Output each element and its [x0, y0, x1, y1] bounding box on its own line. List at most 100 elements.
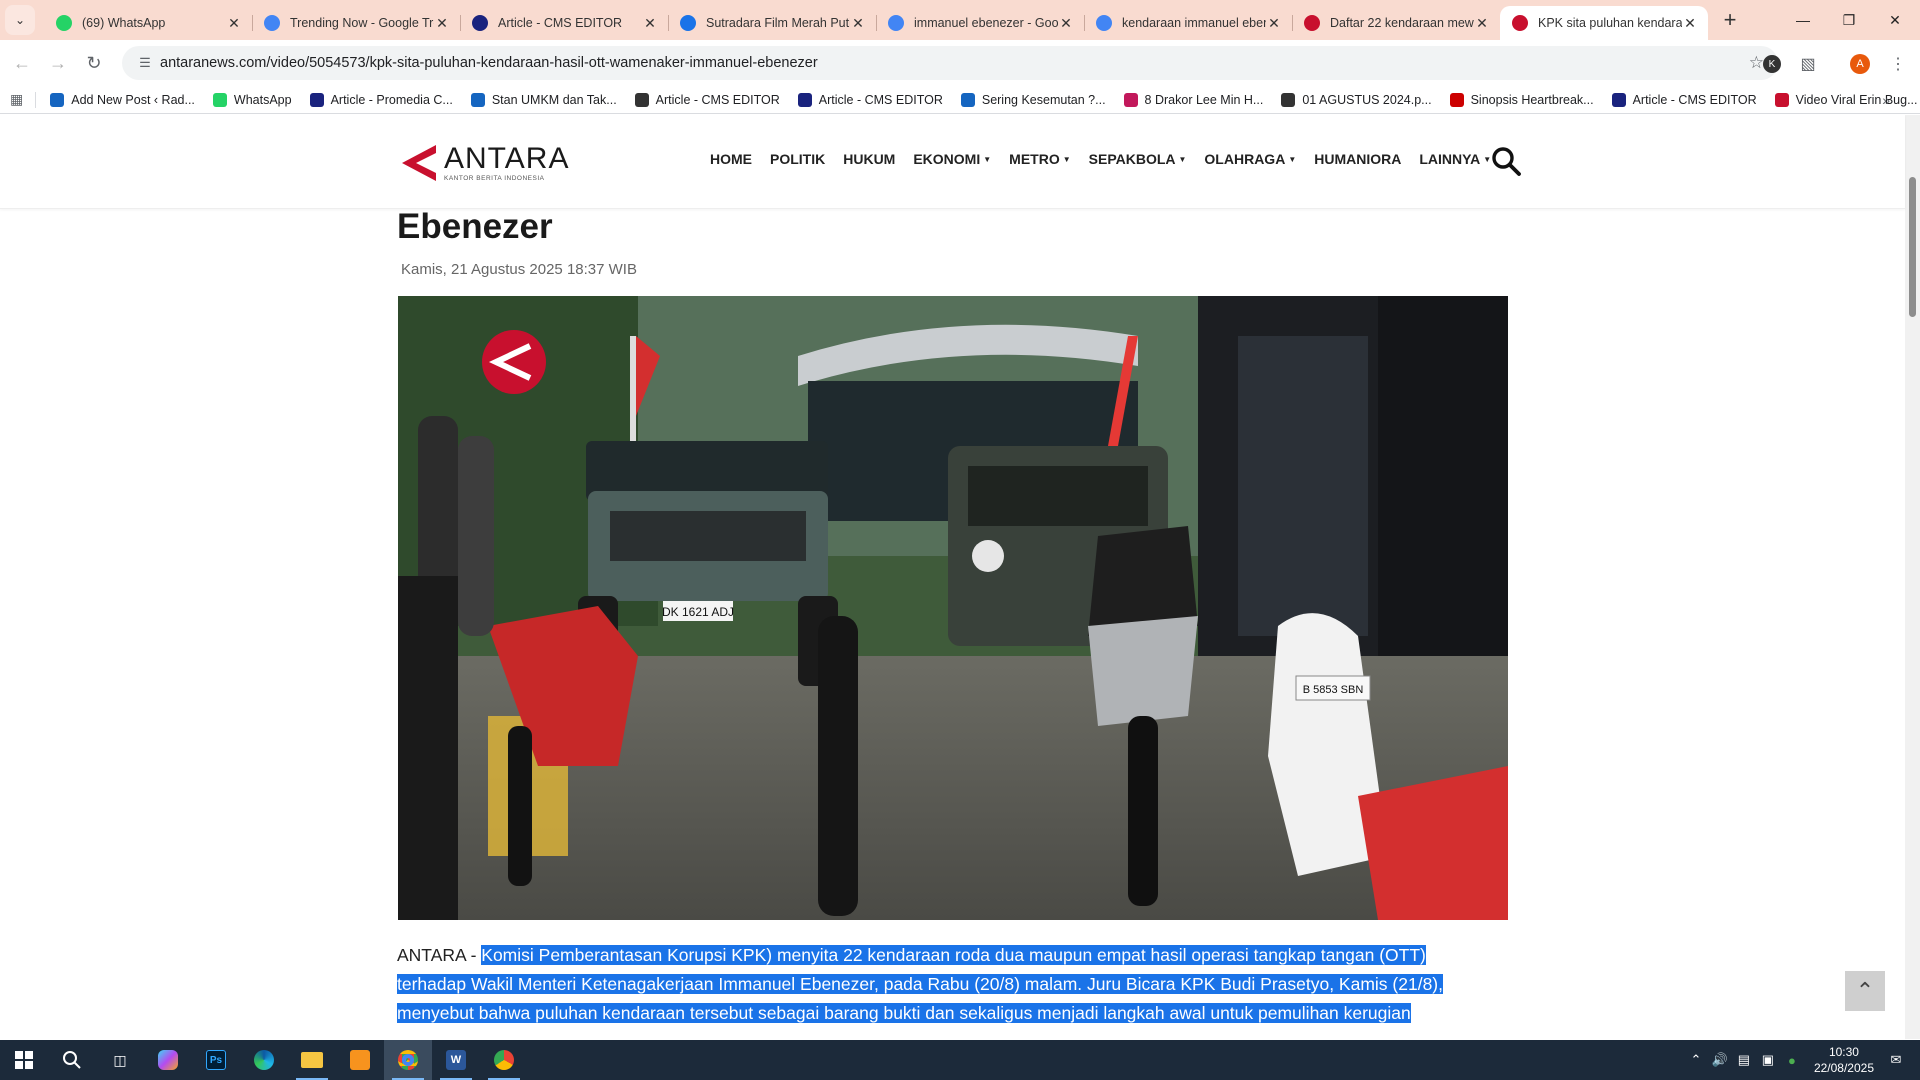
logo-tagline: KANTOR BERITA INDONESIA [444, 175, 545, 182]
nav-item-label: SEPAKBOLA [1088, 151, 1176, 167]
bookmark-divider [35, 91, 37, 108]
bookmark-item[interactable]: Sering Kesemutan ?... [960, 92, 1106, 107]
article-body[interactable]: ANTARA - Komisi Pemberantasan Korupsi KP… [397, 941, 1507, 1028]
back-icon[interactable]: ← [4, 45, 40, 81]
nav-item[interactable]: HUKUM [843, 151, 895, 167]
back-to-top-button[interactable]: ⌃ [1845, 971, 1885, 1011]
extension-k-icon[interactable]: K [1754, 46, 1790, 82]
plate-scooter: B 5853 SBN [1303, 684, 1364, 696]
page-scrollbar[interactable] [1905, 115, 1920, 1039]
bookmark-favicon-icon [1123, 92, 1138, 107]
nav-item[interactable]: SEPAKBOLA ▼ [1089, 151, 1187, 167]
bookmark-item[interactable]: Article - Promedia C... [309, 92, 453, 107]
profile-avatar[interactable]: A [1842, 46, 1878, 82]
nav-item[interactable]: POLITIK [770, 151, 825, 167]
nav-item[interactable]: LAINNYA ▼ [1419, 151, 1491, 167]
nav-item[interactable]: EKONOMI ▼ [913, 151, 991, 167]
browser-tab[interactable]: Article - CMS EDITOR ✕ [460, 6, 668, 40]
browser-tab[interactable]: immanuel ebenezer - Google✕ [876, 6, 1084, 40]
bookmark-item[interactable]: Add New Post ‹ Rad... [50, 92, 195, 107]
bookmark-item[interactable]: 8 Drakor Lee Min H... [1123, 92, 1264, 107]
google-icon [888, 15, 904, 31]
more-bookmarks-icon[interactable]: » [1882, 92, 1890, 108]
taskbar-search-icon[interactable] [48, 1040, 96, 1080]
nav-item-label: HUKUM [843, 151, 896, 167]
photoshop-icon[interactable]: Ps [192, 1040, 240, 1080]
bookmark-item[interactable]: WhatsApp [212, 92, 292, 107]
browser-menu-icon[interactable]: ⋮ [1880, 46, 1916, 82]
article-line-3: menyebut bahwa puluhan kendaraan tersebu… [397, 1003, 1411, 1023]
nav-item[interactable]: HUMANIORA [1314, 151, 1401, 167]
task-view-icon[interactable]: ◫ [96, 1040, 144, 1080]
notification-shield-icon[interactable]: ▣ [1756, 1052, 1780, 1068]
bookmark-label: 8 Drakor Lee Min H... [1144, 92, 1264, 107]
word-icon[interactable]: W [432, 1040, 480, 1080]
network-icon[interactable]: ▤ [1732, 1052, 1756, 1068]
bookmark-item[interactable]: Sinopsis Heartbreak... [1449, 92, 1594, 107]
main-navigation: HOME POLITIK HUKUM EKONOMI ▼ METRO ▼ SEPAKBOLA ▼… [710, 151, 1509, 167]
bookmark-item[interactable]: Article - CMS EDITOR [634, 92, 780, 107]
address-bar[interactable]: ☰ antaranews.com/video/5054573/kpk-sita-… [122, 46, 1778, 80]
search-icon[interactable] [1490, 145, 1522, 177]
bookmarks-bar: ▦ Add New Post ‹ Rad... WhatsApp Article -… [0, 86, 1920, 114]
scroll-thumb[interactable] [1909, 177, 1916, 317]
edge-icon[interactable] [240, 1040, 288, 1080]
bookmark-item[interactable]: Article - CMS EDITOR [797, 92, 943, 107]
start-button[interactable] [0, 1040, 48, 1080]
browser-tab[interactable]: KPK sita puluhan kendaraan ✕ [1500, 6, 1708, 40]
nav-item[interactable]: OLAHRAGA ▼ [1204, 151, 1296, 167]
nav-item[interactable]: HOME [710, 151, 752, 167]
close-window-icon[interactable]: ✕ [1872, 0, 1918, 40]
article-date: Kamis, 21 Agustus 2025 18:37 WIB [401, 261, 637, 278]
chrome-taskbar-icon[interactable] [384, 1040, 432, 1080]
browser-tab[interactable]: Sutradara Film Merah Putih ✕ [668, 6, 876, 40]
apps-grid-icon[interactable]: ▦ [10, 91, 23, 108]
file-explorer-icon[interactable] [288, 1040, 336, 1080]
nav-item[interactable]: METRO ▼ [1009, 151, 1070, 167]
chevron-down-icon: ▼ [1062, 154, 1071, 164]
whatsapp-icon [56, 15, 72, 31]
minimize-icon[interactable]: — [1780, 0, 1826, 40]
forward-icon[interactable]: → [40, 45, 76, 81]
page-viewport: ANTARA KANTOR BERITA INDONESIA HOME POLIT… [0, 115, 1920, 1039]
url-text[interactable]: antaranews.com/video/5054573/kpk-sita-pu… [160, 55, 818, 71]
tab-close-icon[interactable]: ✕ [1058, 15, 1074, 32]
browser-tab[interactable]: Trending Now - Google Trends✕ [252, 6, 460, 40]
bookmark-item[interactable]: Video Viral Erin Bug... [1774, 92, 1918, 107]
reload-icon[interactable]: ↻ [76, 45, 112, 81]
tab-close-icon[interactable]: ✕ [1266, 15, 1282, 32]
tab-close-icon[interactable]: ✕ [1682, 15, 1698, 32]
presentation-app-icon[interactable] [336, 1040, 384, 1080]
browser-tab[interactable]: (69) WhatsApp ✕ [44, 6, 252, 40]
tray-overflow-icon[interactable]: ⌃ [1684, 1052, 1708, 1068]
tab-search-icon[interactable]: ⌄ [5, 5, 35, 35]
site-info-icon[interactable]: ☰ [130, 55, 160, 71]
restore-icon[interactable]: ❐ [1826, 0, 1872, 40]
extensions-puzzle-icon[interactable]: ▧ [1790, 46, 1826, 82]
tab-close-icon[interactable]: ✕ [434, 15, 450, 32]
bookmark-item[interactable]: Article - CMS EDITOR [1611, 92, 1757, 107]
taskbar-clock[interactable]: 10:30 22/08/2025 [1814, 1044, 1874, 1076]
browser-tab[interactable]: kendaraan immanuel ebenezer✕ [1084, 6, 1292, 40]
tab-title: Article - CMS EDITOR [498, 16, 623, 30]
action-center-icon[interactable]: ✉ [1884, 1052, 1908, 1068]
bookmark-favicon-icon [50, 92, 65, 107]
article-hero-image[interactable]: DK 1621 ADJ B 5853 SBN [398, 296, 1508, 920]
seized-vehicles-illustration: DK 1621 ADJ B 5853 SBN [398, 296, 1508, 920]
volume-icon[interactable]: 🔊 [1708, 1052, 1732, 1068]
bookmark-item[interactable]: 01 AGUSTUS 2024.p... [1281, 92, 1432, 107]
security-icon[interactable]: ● [1780, 1053, 1804, 1068]
tab-close-icon[interactable]: ✕ [850, 15, 866, 32]
tab-close-icon[interactable]: ✕ [226, 15, 242, 32]
antara-icon [1512, 15, 1528, 31]
bookmark-label: Video Viral Erin Bug... [1795, 92, 1918, 107]
copilot-icon[interactable] [144, 1040, 192, 1080]
tab-close-icon[interactable]: ✕ [642, 15, 658, 32]
new-tab-button[interactable]: + [1714, 4, 1746, 36]
browser-tab[interactable]: Daftar 22 kendaraan mewah ✕ [1292, 6, 1500, 40]
article-lead: ANTARA - [397, 945, 482, 965]
tab-close-icon[interactable]: ✕ [1474, 15, 1490, 32]
chrome-profile-icon[interactable] [480, 1040, 528, 1080]
bookmark-item[interactable]: Stan UMKM dan Tak... [470, 92, 617, 107]
antara-logo[interactable]: ANTARA KANTOR BERITA INDONESIA [398, 141, 578, 185]
